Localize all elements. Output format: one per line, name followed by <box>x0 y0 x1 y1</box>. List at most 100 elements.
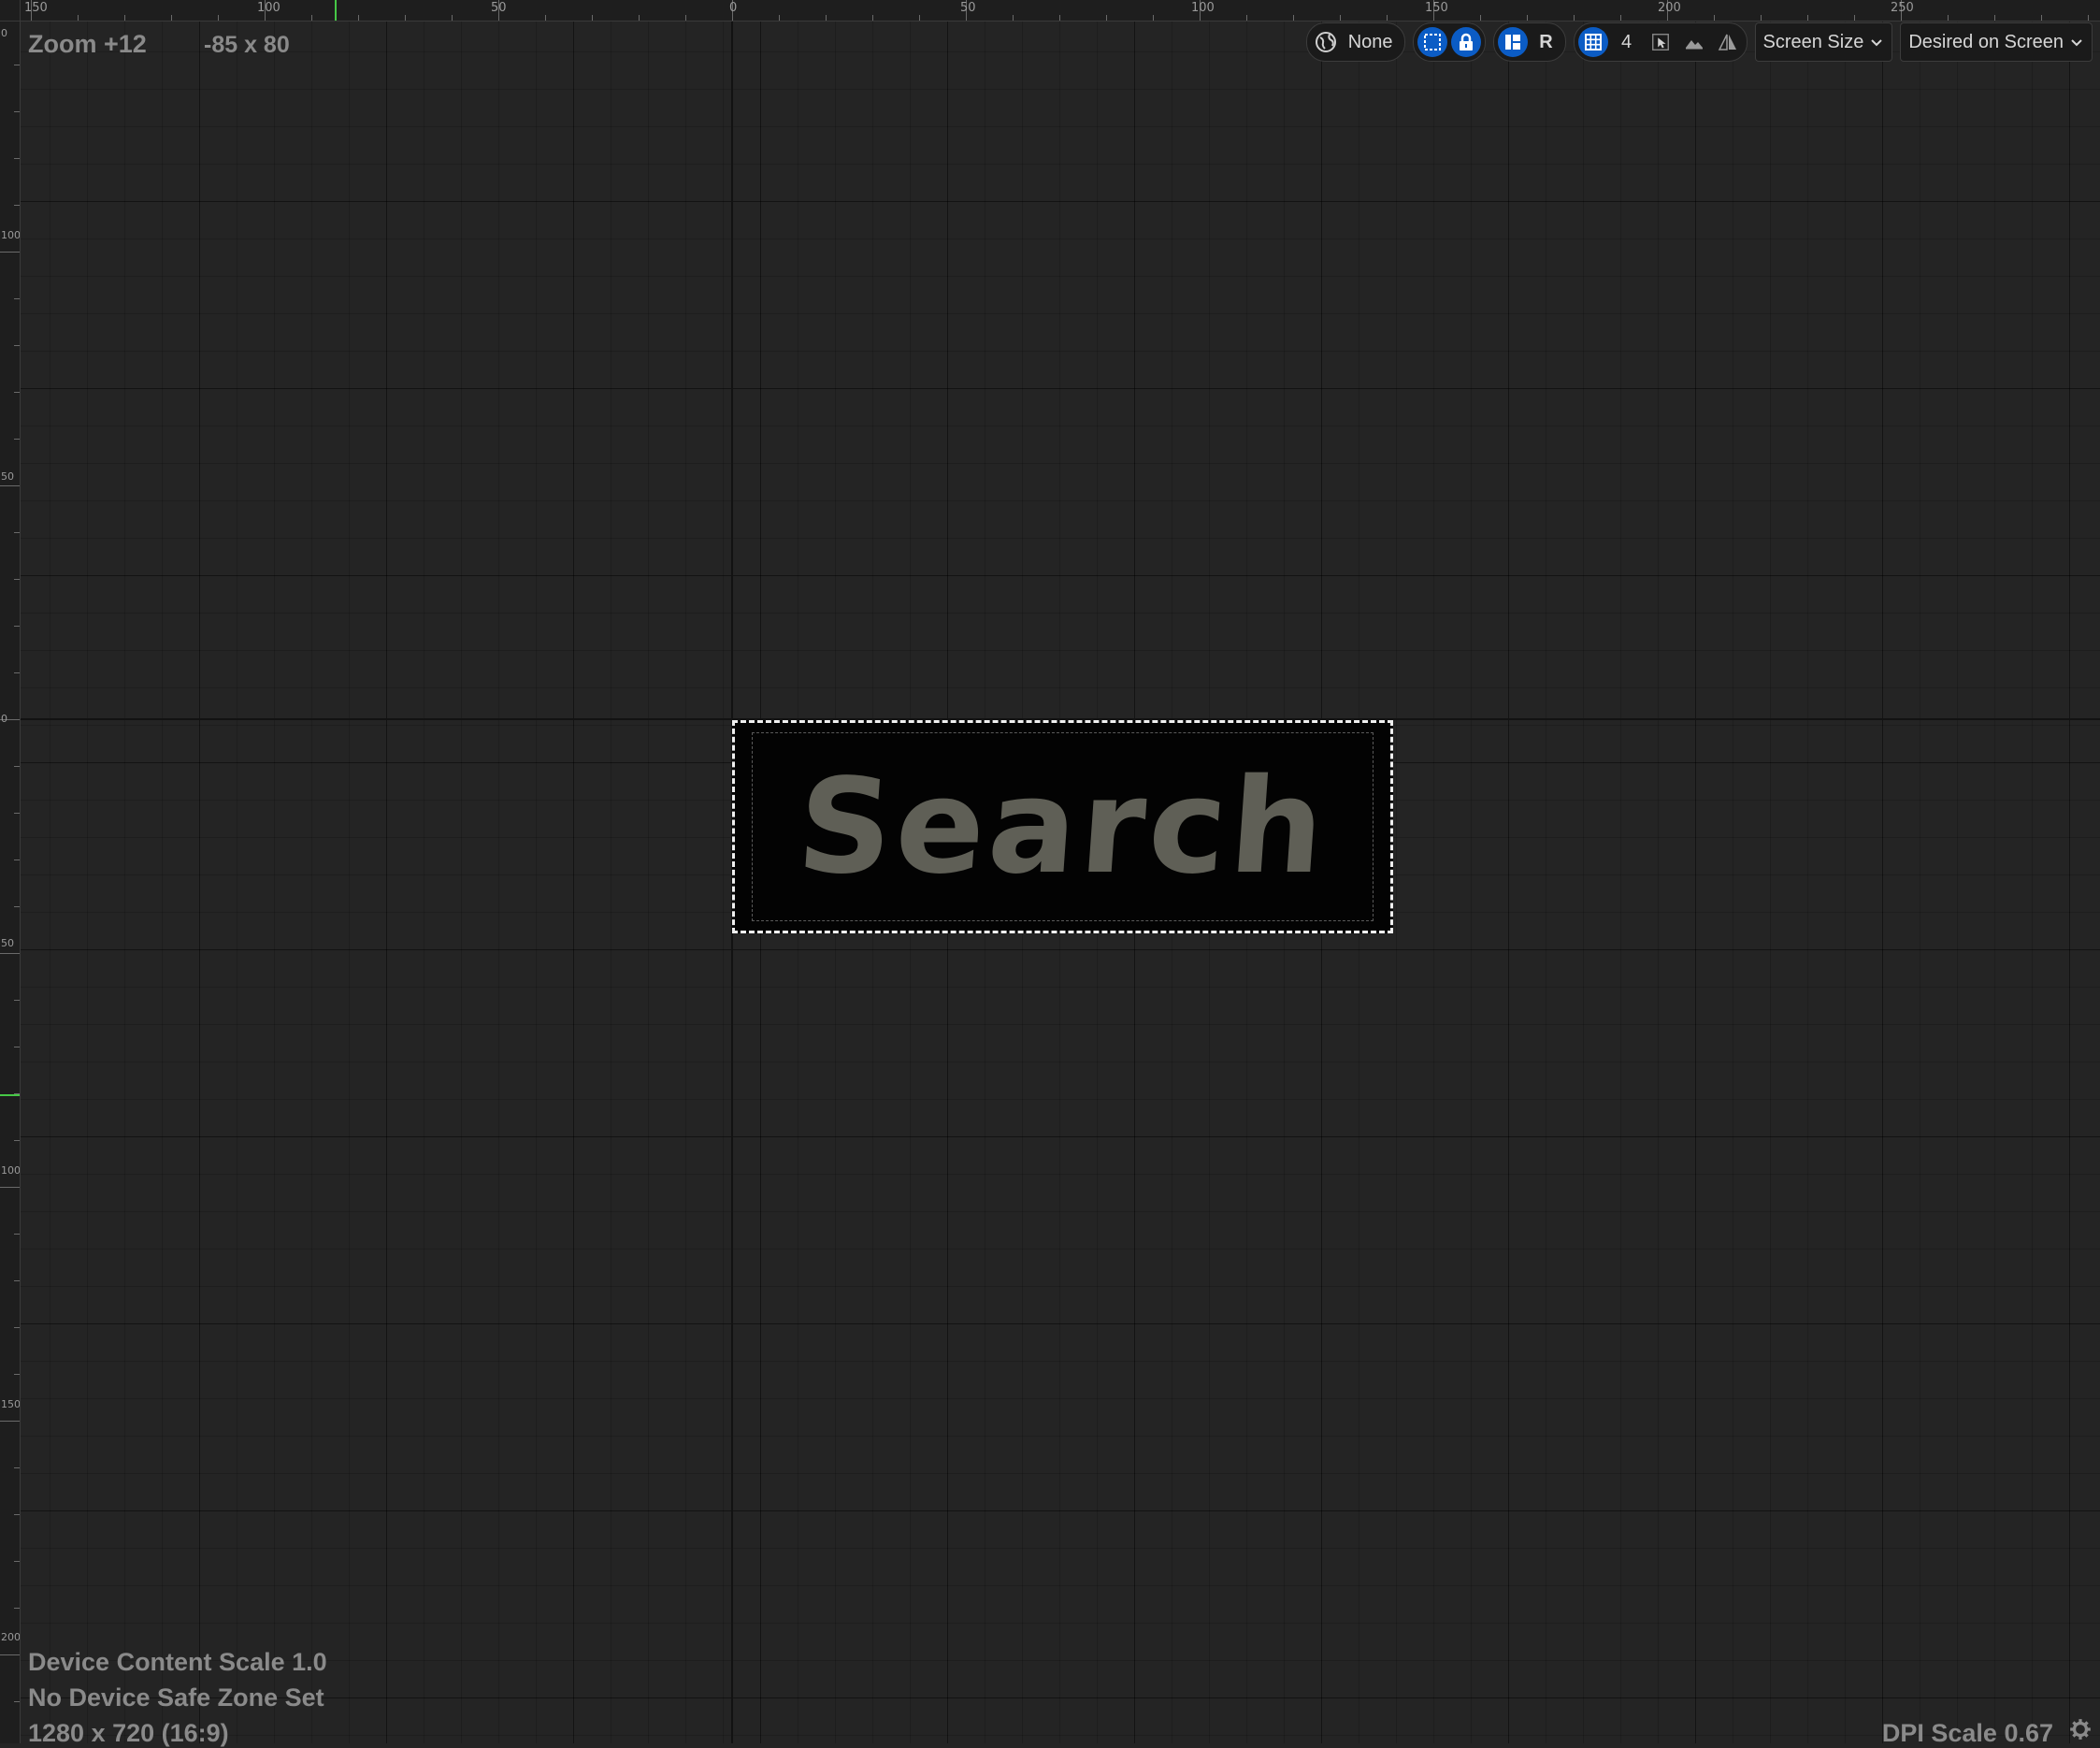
ruler-label: 50 <box>491 1 507 15</box>
ruler-tick <box>0 1421 20 1422</box>
ruler-tick <box>14 111 20 112</box>
chevron-down-icon <box>1871 39 1883 47</box>
ruler-tick <box>685 15 686 21</box>
ruler-tick <box>1059 15 1060 21</box>
ruler-tick <box>1620 15 1621 21</box>
localization-group: None <box>1305 22 1405 62</box>
screen-resolution: 1280 x 720 (16:9) <box>28 1719 229 1747</box>
globe-icon[interactable] <box>1311 27 1341 57</box>
ruler-tick <box>14 1140 20 1141</box>
grid-icon[interactable] <box>1577 27 1608 57</box>
ruler-tick <box>1807 15 1808 21</box>
ruler-label: 100 <box>1191 1 1215 15</box>
ruler-tick <box>0 1187 20 1188</box>
ruler-tick <box>545 15 546 21</box>
ruler-label: 150 <box>1425 1 1448 15</box>
ruler-tick <box>14 1701 20 1702</box>
ruler-tick <box>124 15 125 21</box>
ruler-tick <box>14 345 20 346</box>
size-mode-label: Desired on Screen <box>1908 31 2064 52</box>
ruler-tick <box>78 15 79 21</box>
dpi-scale: DPI Scale 0.67 <box>1881 1719 2053 1747</box>
ruler-tick <box>14 906 20 907</box>
ruler-tick <box>171 15 172 21</box>
ruler-tick <box>452 15 453 21</box>
ruler-tick <box>2041 15 2042 21</box>
ruler-tick <box>1527 15 1528 21</box>
screen-size-dropdown[interactable]: Screen Size <box>1754 22 1893 62</box>
ruler-tick <box>1854 15 1855 21</box>
ruler-tick <box>358 15 359 21</box>
ruler-tick <box>14 205 20 206</box>
ruler-tick <box>0 252 20 253</box>
ruler-tick <box>1387 15 1388 21</box>
ruler-tick <box>1013 15 1014 21</box>
ruler-label: 0 <box>729 1 738 15</box>
ruler-tick <box>1293 15 1294 21</box>
viewport-toolbar: None R 4 Screen Size Desired on Screen <box>1305 22 2093 62</box>
cursor-position-marker <box>335 0 337 21</box>
cursor-coordinates: -85 x 80 <box>204 32 290 58</box>
reset-button[interactable]: R <box>1532 27 1561 57</box>
ruler-label: 150 <box>1 1398 21 1410</box>
ruler-tick <box>14 392 20 393</box>
ruler-label: 200 <box>1658 1 1681 15</box>
lock-icon[interactable] <box>1450 27 1481 57</box>
gear-icon[interactable] <box>2068 1717 2093 1741</box>
vertical-ruler: 0 100 50 0 50 100 150 200 <box>0 0 21 1743</box>
ruler-tick <box>0 1654 20 1655</box>
ruler-label: 50 <box>1 937 14 949</box>
horizontal-ruler: 150 100 50 0 50 100 150 200 250 <box>0 0 2100 22</box>
ruler-tick <box>14 579 20 580</box>
ruler-tick <box>1340 15 1341 21</box>
ruler-tick <box>14 1234 20 1235</box>
ruler-tick <box>1948 15 1949 21</box>
ruler-tick <box>14 672 20 673</box>
ruler-tick <box>872 15 873 21</box>
ruler-label: 100 <box>1 1164 21 1177</box>
ruler-label: 50 <box>1 470 14 483</box>
ruler-tick <box>1761 15 1762 21</box>
screen-size-label: Screen Size <box>1762 31 1864 52</box>
layout-group: R <box>1492 22 1566 62</box>
ruler-tick <box>826 15 827 21</box>
ruler-tick <box>2088 15 2089 21</box>
marquee-select-icon[interactable] <box>1417 27 1447 57</box>
ruler-tick <box>1714 15 1715 21</box>
ruler-tick <box>1153 15 1154 21</box>
ruler-tick <box>639 15 640 21</box>
ruler-tick <box>1480 15 1481 21</box>
ruler-tick <box>14 1000 20 1001</box>
ruler-tick <box>14 813 20 814</box>
ruler-tick <box>14 1467 20 1468</box>
grid-size-value[interactable]: 4 <box>1612 27 1642 57</box>
safe-zone-status: No Device Safe Zone Set <box>28 1683 324 1712</box>
ruler-tick <box>14 1374 20 1375</box>
widget-text: Search <box>792 751 1333 903</box>
flip-icon[interactable] <box>1713 27 1743 57</box>
ruler-label: 100 <box>1 229 21 241</box>
ruler-tick <box>218 15 219 21</box>
ruler-tick <box>14 1514 20 1515</box>
size-mode-dropdown[interactable]: Desired on Screen <box>1900 22 2093 62</box>
preview-image-icon[interactable] <box>1679 27 1709 57</box>
ruler-tick <box>14 532 20 533</box>
ruler-tick <box>14 1327 20 1328</box>
ruler-label: 200 <box>1 1631 21 1643</box>
ruler-tick <box>1246 15 1247 21</box>
culture-preview-label[interactable]: None <box>1345 27 1401 57</box>
ruler-corner <box>0 0 21 22</box>
ruler-tick <box>14 626 20 627</box>
ruler-tick <box>14 439 20 440</box>
ruler-label: 150 <box>24 1 48 15</box>
ruler-label: 0 <box>1 27 7 39</box>
ruler-tick <box>14 1561 20 1562</box>
ruler-tick <box>919 15 920 21</box>
ruler-tick <box>1106 15 1107 21</box>
layout-icon[interactable] <box>1497 27 1528 57</box>
ruler-tick <box>1574 15 1575 21</box>
ruler-tick <box>1994 15 1995 21</box>
ruler-tick <box>311 15 312 21</box>
cursor-select-icon[interactable] <box>1646 27 1676 57</box>
search-text-widget[interactable]: Search <box>732 720 1393 933</box>
